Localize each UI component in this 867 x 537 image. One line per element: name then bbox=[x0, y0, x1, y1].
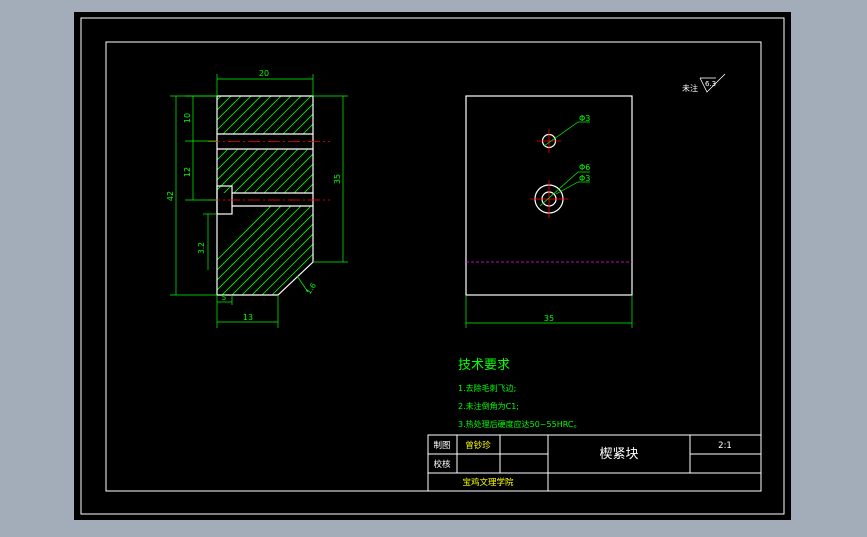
label-checked: 校核 bbox=[433, 459, 451, 470]
dim-35-section: 35 bbox=[333, 174, 342, 184]
tech-title: 技术要求 bbox=[458, 358, 510, 373]
tech-item-2: 2.未注倒角为C1; bbox=[458, 401, 519, 411]
tech-item-1: 1.去除毛刺飞边; bbox=[458, 383, 516, 393]
drawing-canvas: 20 10 12 42 35 3.2 5 13 1.6 Φ3 Φ6 Φ3 35 … bbox=[74, 12, 791, 520]
dim-10: 10 bbox=[183, 113, 192, 123]
roughness-value: 6.3 bbox=[705, 80, 716, 88]
dim-3-2: 3.2 bbox=[197, 242, 206, 254]
dim-35-front: 35 bbox=[544, 314, 554, 323]
scale: 2:1 bbox=[718, 441, 732, 451]
cad-drawing-window: 20 10 12 42 35 3.2 5 13 1.6 Φ3 Φ6 Φ3 35 … bbox=[0, 0, 867, 533]
dim-42: 42 bbox=[166, 191, 175, 201]
dim-20: 20 bbox=[259, 69, 269, 78]
part-name: 楔紧块 bbox=[599, 447, 638, 462]
dim-13: 13 bbox=[243, 313, 253, 322]
label-drawn: 制图 bbox=[433, 440, 450, 451]
hole-big-inner-label: Φ6 bbox=[579, 163, 590, 172]
hole-big-outer-label: Φ3 bbox=[579, 174, 590, 183]
dim-5: 5 bbox=[222, 294, 226, 302]
hole-small-label: Φ3 bbox=[579, 114, 590, 123]
roughness-prefix: 未注 bbox=[682, 83, 698, 93]
school-name: 宝鸡文理学院 bbox=[462, 477, 514, 488]
tech-item-3: 3.热处理后硬度应达50~55HRC。 bbox=[458, 419, 581, 429]
dim-12: 12 bbox=[183, 167, 192, 177]
drawn-by: 曾钞珍 bbox=[465, 440, 491, 451]
